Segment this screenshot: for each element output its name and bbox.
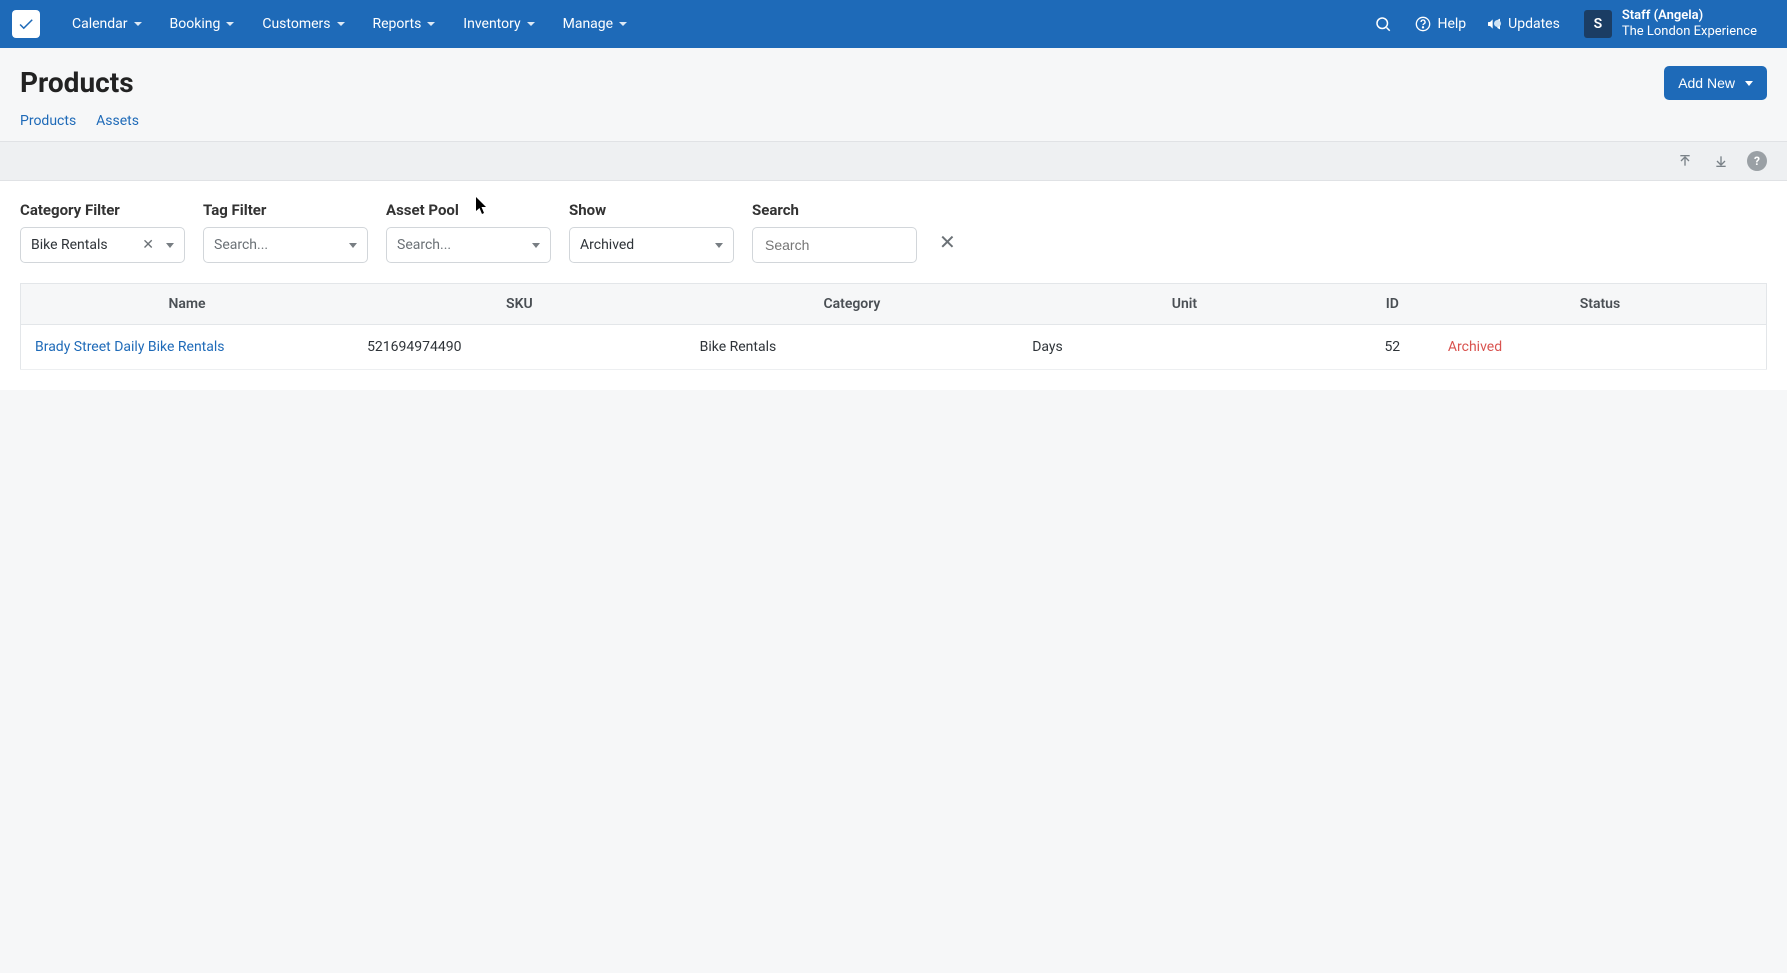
cell-sku: 521694974490 bbox=[353, 325, 686, 370]
chevron-down-icon bbox=[337, 22, 345, 26]
page-header: Products Products Assets Add New bbox=[0, 48, 1787, 141]
nav-calendar[interactable]: Calendar bbox=[58, 0, 156, 48]
table-row[interactable]: Brady Street Daily Bike Rentals 52169497… bbox=[21, 325, 1767, 370]
help-label: Help bbox=[1437, 16, 1466, 32]
logo-check-icon bbox=[17, 15, 35, 33]
th-name[interactable]: Name bbox=[21, 284, 354, 325]
th-category[interactable]: Category bbox=[686, 284, 1019, 325]
nav-manage[interactable]: Manage bbox=[549, 0, 641, 48]
updates-label: Updates bbox=[1508, 16, 1560, 32]
cell-name-link[interactable]: Brady Street Daily Bike Rentals bbox=[21, 325, 354, 370]
nav-inventory[interactable]: Inventory bbox=[449, 0, 548, 48]
search-icon bbox=[1374, 15, 1392, 33]
chevron-down-icon bbox=[1745, 81, 1753, 86]
cell-status: Archived bbox=[1434, 325, 1767, 370]
tag-filter-label: Tag Filter bbox=[203, 201, 368, 219]
chevron-down-icon bbox=[532, 243, 540, 248]
user-name: Staff (Angela) bbox=[1622, 8, 1757, 24]
cell-unit: Days bbox=[1018, 325, 1351, 370]
tag-filter-placeholder: Search... bbox=[214, 237, 343, 253]
upload-icon bbox=[1677, 153, 1693, 169]
user-avatar-badge: S bbox=[1584, 10, 1612, 38]
products-table: Name SKU Category Unit ID Status Brady S… bbox=[20, 283, 1767, 370]
asset-pool-placeholder: Search... bbox=[397, 237, 526, 253]
category-filter-select[interactable]: Bike Rentals ✕ bbox=[20, 227, 185, 263]
search-label: Search bbox=[752, 201, 917, 219]
help-icon bbox=[1415, 16, 1431, 32]
tag-filter-select[interactable]: Search... bbox=[203, 227, 368, 263]
nav-inventory-label: Inventory bbox=[463, 16, 520, 32]
products-table-wrap: Name SKU Category Unit ID Status Brady S… bbox=[0, 283, 1787, 390]
global-search-button[interactable] bbox=[1365, 6, 1401, 42]
cell-id: 52 bbox=[1351, 325, 1434, 370]
filters-row: Category Filter Bike Rentals ✕ Tag Filte… bbox=[0, 181, 1787, 283]
chevron-down-icon bbox=[527, 22, 535, 26]
help-button[interactable]: Help bbox=[1409, 16, 1472, 32]
category-filter-value: Bike Rentals bbox=[31, 237, 136, 253]
top-navbar: Calendar Booking Customers Reports Inven… bbox=[0, 0, 1787, 48]
nav-reports-label: Reports bbox=[373, 16, 422, 32]
chevron-down-icon bbox=[619, 22, 627, 26]
category-filter-clear[interactable]: ✕ bbox=[136, 237, 160, 253]
upload-button[interactable] bbox=[1675, 151, 1695, 171]
add-new-button[interactable]: Add New bbox=[1664, 66, 1767, 100]
nav-booking[interactable]: Booking bbox=[156, 0, 249, 48]
nav-customers-label: Customers bbox=[262, 16, 330, 32]
user-org: The London Experience bbox=[1622, 24, 1757, 40]
tab-products[interactable]: Products bbox=[20, 113, 76, 129]
question-icon: ? bbox=[1754, 154, 1760, 168]
download-button[interactable] bbox=[1711, 151, 1731, 171]
show-filter-label: Show bbox=[569, 201, 734, 219]
table-help-button[interactable]: ? bbox=[1747, 151, 1767, 171]
download-icon bbox=[1713, 153, 1729, 169]
asset-pool-label: Asset Pool bbox=[386, 201, 551, 219]
add-new-label: Add New bbox=[1678, 75, 1735, 91]
chevron-down-icon bbox=[427, 22, 435, 26]
chevron-down-icon bbox=[226, 22, 234, 26]
category-filter-label: Category Filter bbox=[20, 201, 185, 219]
chevron-down-icon bbox=[166, 243, 174, 248]
app-logo[interactable] bbox=[12, 10, 40, 38]
chevron-down-icon bbox=[715, 243, 723, 248]
nav-calendar-label: Calendar bbox=[72, 16, 128, 32]
nav-customers[interactable]: Customers bbox=[248, 0, 358, 48]
updates-button[interactable]: Updates bbox=[1480, 16, 1566, 32]
table-toolbar: ? bbox=[0, 141, 1787, 181]
nav-reports[interactable]: Reports bbox=[359, 0, 450, 48]
user-text: Staff (Angela) The London Experience bbox=[1622, 8, 1757, 39]
nav-booking-label: Booking bbox=[170, 16, 221, 32]
show-filter-value: Archived bbox=[580, 237, 709, 253]
search-input[interactable] bbox=[763, 236, 948, 254]
search-input-wrap[interactable] bbox=[752, 227, 917, 263]
show-filter-select[interactable]: Archived bbox=[569, 227, 734, 263]
asset-pool-select[interactable]: Search... bbox=[386, 227, 551, 263]
tab-assets[interactable]: Assets bbox=[96, 113, 139, 129]
chevron-down-icon bbox=[134, 22, 142, 26]
th-sku[interactable]: SKU bbox=[353, 284, 686, 325]
cell-category: Bike Rentals bbox=[686, 325, 1019, 370]
th-status[interactable]: Status bbox=[1434, 284, 1767, 325]
nav-manage-label: Manage bbox=[563, 16, 613, 32]
page-title: Products bbox=[20, 66, 139, 99]
th-unit[interactable]: Unit bbox=[1018, 284, 1351, 325]
th-id[interactable]: ID bbox=[1351, 284, 1434, 325]
chevron-down-icon bbox=[349, 243, 357, 248]
table-header-row: Name SKU Category Unit ID Status bbox=[21, 284, 1767, 325]
user-menu[interactable]: S Staff (Angela) The London Experience bbox=[1574, 8, 1775, 39]
